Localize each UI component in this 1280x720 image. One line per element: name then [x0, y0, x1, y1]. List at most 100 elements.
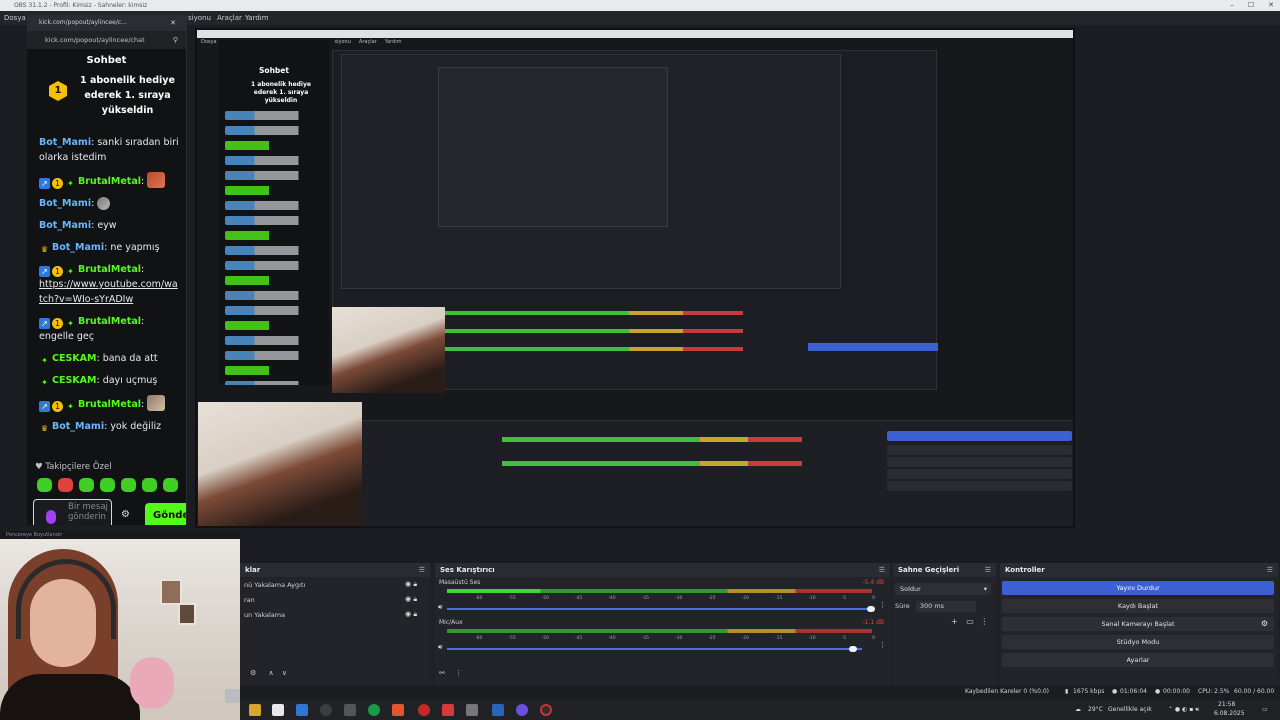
cpu-usage: CPU: 2.5%: [1198, 688, 1230, 695]
studio-mode-button[interactable]: Stüdyo Modu: [1002, 635, 1274, 649]
start-recording-button[interactable]: Kaydı Başlat: [1002, 599, 1274, 613]
menu-dosya[interactable]: Dosya: [4, 11, 26, 25]
move-up-icon[interactable]: ∧: [269, 669, 274, 677]
heart-icon: ♥: [35, 462, 43, 472]
emote-icon[interactable]: [37, 478, 52, 492]
settings-button[interactable]: Ayarlar: [1002, 653, 1274, 667]
app-icon[interactable]: [442, 704, 454, 716]
delete-icon[interactable]: ▭: [966, 617, 974, 626]
app-icon[interactable]: [466, 704, 478, 716]
emote-icon[interactable]: [58, 478, 73, 492]
emote-icon[interactable]: [121, 478, 136, 492]
source-item[interactable]: un Yakalama: [244, 611, 285, 619]
menu-sahne-koleksiyonu[interactable]: siyonu: [188, 11, 211, 25]
duration-input[interactable]: 300 ms: [915, 601, 976, 612]
dock-menu-icon[interactable]: ☰: [1267, 563, 1273, 577]
chat-settings-gear-icon[interactable]: ⚙: [121, 509, 130, 520]
obs-menubar: Dosya siyonu Araçlar Yardım: [0, 11, 1280, 25]
chat-message: ✦ CESKAM: dayı uçmuş: [39, 373, 181, 388]
notification-icon[interactable]: ▭: [1262, 705, 1268, 715]
preview-chat-header: Sohbet: [259, 66, 289, 75]
transition-menu-icon[interactable]: ⋮: [980, 617, 988, 626]
app-icon[interactable]: [272, 704, 284, 716]
chat-username[interactable]: BrutalMetal: [78, 176, 141, 187]
weather-temp[interactable]: 29°C: [1088, 705, 1103, 715]
speaker-icon[interactable]: 🔊︎: [438, 603, 442, 612]
emote-icon[interactable]: [79, 478, 94, 492]
obs-icon[interactable]: [540, 704, 552, 716]
emote-icon[interactable]: [163, 478, 178, 492]
chat-url-bar[interactable]: kick.com/popout/aylincee/chat ⚲: [27, 31, 186, 49]
source-settings-gear-icon[interactable]: ⚙: [250, 669, 256, 677]
dock-menu-icon[interactable]: ☰: [879, 563, 885, 577]
app-icon[interactable]: [344, 704, 356, 716]
start-virtual-camera-button[interactable]: Sanal Kamerayı Başlat ⚙: [1002, 617, 1274, 631]
chat-close-icon[interactable]: ✕: [170, 15, 176, 31]
chat-message-input[interactable]: Bir mesaj gönderin: [33, 499, 112, 525]
maximize-icon[interactable]: ☐: [1248, 0, 1254, 11]
emote-icon[interactable]: [142, 478, 157, 492]
chat-username[interactable]: Bot_Mami: [39, 137, 91, 148]
chat-username[interactable]: Bot_Mami: [39, 220, 91, 231]
emote-icon: [97, 197, 111, 210]
preview-webcam-small: [332, 307, 445, 393]
outlook-icon[interactable]: [296, 704, 308, 716]
lock-icon[interactable]: 🔒︎: [413, 610, 417, 618]
menu-araclar[interactable]: Araçlar: [217, 11, 242, 25]
chat-username[interactable]: Bot_Mami: [52, 421, 104, 432]
obs-statusbar: Kaybedilen Kareler 0 (%0.0) ▮ 1675 kbps …: [240, 686, 1280, 707]
speaker-icon[interactable]: 🔊︎: [438, 643, 442, 652]
opera-icon[interactable]: [418, 704, 430, 716]
close-icon[interactable]: ✕: [1268, 0, 1274, 11]
mixer-menu-icon[interactable]: ⋮: [455, 669, 462, 677]
app-icon[interactable]: [320, 704, 332, 716]
zoom-icon[interactable]: ⚲: [173, 31, 178, 49]
link-icon[interactable]: ⚯: [439, 669, 445, 677]
source-item[interactable]: ran: [244, 596, 255, 604]
chat-username[interactable]: BrutalMetal: [78, 316, 141, 327]
chrome-icon[interactable]: [368, 704, 380, 716]
chat-username[interactable]: Bot_Mami: [52, 242, 104, 253]
obs-preview[interactable]: Dosya siyonu Araçlar Yardım Sohbet 1 abonel…: [195, 28, 1075, 528]
discord-icon[interactable]: [516, 704, 528, 716]
chat-username[interactable]: BrutalMetal: [78, 264, 141, 275]
chat-username[interactable]: CESKAM: [52, 353, 96, 364]
tray-icons[interactable]: ⌃ ● ◐ ▪ 🔊︎: [1168, 705, 1199, 715]
lock-icon[interactable]: 🔒︎: [413, 580, 417, 588]
mixer-track-name: Mic/Aux: [439, 619, 463, 626]
add-icon[interactable]: +: [951, 617, 958, 626]
visibility-eye-icon[interactable]: ◉ 🔒︎: [405, 610, 417, 619]
send-button[interactable]: Gönde: [145, 503, 186, 525]
quick-emotes: [37, 478, 178, 492]
microphone-icon[interactable]: [46, 510, 56, 524]
source-item[interactable]: nü Yakalama Aygıtı: [244, 581, 305, 589]
track-menu-icon[interactable]: ⋮: [879, 641, 886, 649]
dock-menu-icon[interactable]: ☰: [985, 563, 991, 577]
chat-link[interactable]: https://www.youtube.com/watch?v=WIo-sYrA…: [39, 279, 178, 305]
visibility-eye-icon[interactable]: ◉ 🔒︎: [405, 595, 417, 604]
lock-icon[interactable]: 🔒︎: [413, 595, 417, 603]
chat-username[interactable]: CESKAM: [52, 375, 96, 386]
volume-slider-knob[interactable]: [867, 606, 875, 612]
volume-slider[interactable]: [447, 648, 862, 650]
move-down-icon[interactable]: ∨: [282, 669, 287, 677]
brave-icon[interactable]: [392, 704, 404, 716]
steam-icon[interactable]: [492, 704, 504, 716]
volume-slider-knob[interactable]: [849, 646, 857, 652]
date[interactable]: 6.08.2025: [1214, 709, 1245, 719]
menu-yardim[interactable]: Yardım: [245, 11, 269, 25]
transition-select[interactable]: Soldur ▾: [895, 583, 991, 595]
window-controls: – ☐ ✕: [1230, 0, 1274, 11]
volume-slider[interactable]: [447, 608, 872, 610]
emote-icon[interactable]: [100, 478, 115, 492]
track-menu-icon[interactable]: ⋮: [879, 601, 886, 609]
dock-menu-icon[interactable]: ☰: [419, 563, 425, 577]
stop-streaming-button[interactable]: Yayını Durdur: [1002, 581, 1274, 595]
minimize-icon[interactable]: –: [1230, 0, 1234, 11]
visibility-eye-icon[interactable]: ◉ 🔒︎: [405, 580, 417, 589]
crown-badge-icon: ♛: [40, 245, 49, 254]
file-explorer-icon[interactable]: [249, 704, 261, 716]
virtual-camera-gear-icon[interactable]: ⚙: [1261, 617, 1268, 631]
chat-username[interactable]: Bot_Mami: [39, 198, 91, 209]
chat-username[interactable]: BrutalMetal: [78, 399, 141, 410]
